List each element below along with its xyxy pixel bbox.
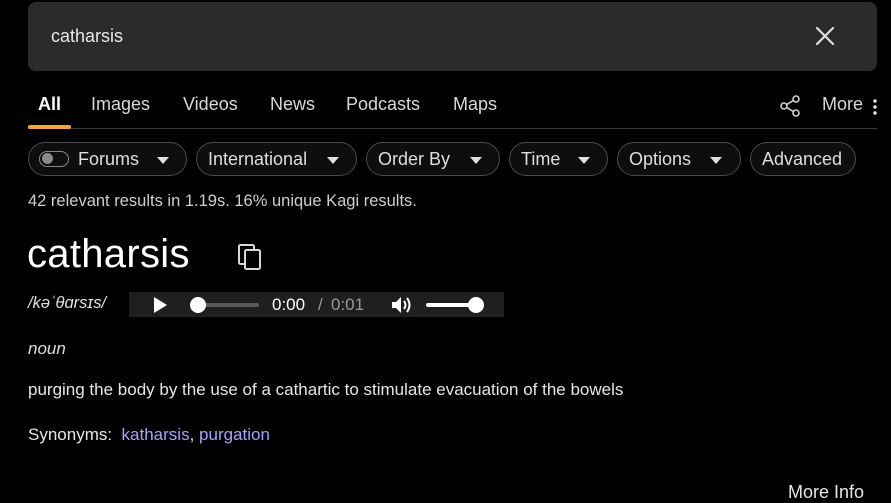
filter-options[interactable]: Options [617, 142, 741, 176]
close-icon[interactable] [813, 24, 837, 48]
chevron-down-icon [327, 157, 339, 164]
volume-thumb[interactable] [468, 297, 484, 313]
chevron-down-icon [470, 157, 482, 164]
more-menu-button[interactable]: More [822, 94, 863, 115]
seek-thumb[interactable] [190, 297, 206, 313]
tab-videos[interactable]: Videos [183, 94, 238, 115]
audio-time-separator: / [318, 295, 323, 314]
synonyms-label: Synonyms: [28, 425, 113, 444]
synonym-separator: , [189, 425, 200, 444]
audio-current-time: 0:00 [272, 295, 306, 314]
tab-podcasts[interactable]: Podcasts [346, 94, 420, 115]
filter-label: Forums [78, 149, 140, 169]
filter-label: Order By [378, 149, 451, 169]
volume-slider[interactable] [426, 297, 484, 313]
definition-text: purging the body by the use of a cathart… [28, 380, 624, 399]
filter-label: International [208, 149, 308, 169]
part-of-speech: noun [28, 339, 66, 358]
filter-order-by[interactable]: Order By [366, 142, 500, 176]
dictionary-word: catharsis [27, 232, 190, 276]
filter-label: Options [629, 149, 692, 169]
synonyms-row: Synonyms: katharsis, purgation [28, 425, 270, 445]
search-tabs: All Images Videos News Podcasts Maps Mor… [28, 84, 877, 130]
filter-label: Advanced [762, 149, 843, 169]
filter-label: Time [521, 149, 561, 169]
search-input[interactable]: catharsis [51, 26, 123, 47]
filter-forums[interactable]: Forums [28, 142, 187, 176]
pronunciation-audio-player[interactable]: 0:00 / 0:01 [129, 292, 504, 317]
volume-icon[interactable] [391, 295, 413, 315]
result-stats: 42 relevant results in 1.19s. 16% unique… [28, 192, 417, 210]
phonetic-transcription: /kəˈθɑrsɪs/ [28, 294, 107, 312]
tab-news[interactable]: News [270, 94, 315, 115]
audio-duration: 0:01 [331, 295, 365, 314]
kebab-icon[interactable] [873, 99, 877, 115]
audio-seek-bar[interactable] [190, 297, 259, 313]
copy-icon[interactable] [237, 243, 263, 271]
tab-images[interactable]: Images [91, 94, 150, 115]
play-icon[interactable] [151, 296, 169, 314]
filter-international[interactable]: International [196, 142, 357, 176]
chevron-down-icon [578, 157, 590, 164]
tab-all[interactable]: All [38, 94, 61, 115]
more-info-link[interactable]: More Info [788, 482, 864, 503]
chevron-down-icon [157, 157, 169, 164]
share-icon[interactable] [778, 94, 802, 118]
synonym-link[interactable]: katharsis [122, 425, 190, 444]
filter-time[interactable]: Time [509, 142, 608, 176]
active-tab-indicator [28, 125, 71, 129]
chevron-down-icon [710, 157, 722, 164]
toggle-knob [42, 153, 53, 164]
filter-advanced[interactable]: Advanced [750, 142, 856, 176]
search-box[interactable]: catharsis [28, 2, 877, 71]
tab-maps[interactable]: Maps [453, 94, 497, 115]
forums-toggle[interactable] [39, 151, 69, 167]
synonym-link[interactable]: purgation [199, 425, 270, 444]
tabs-divider [28, 128, 877, 129]
